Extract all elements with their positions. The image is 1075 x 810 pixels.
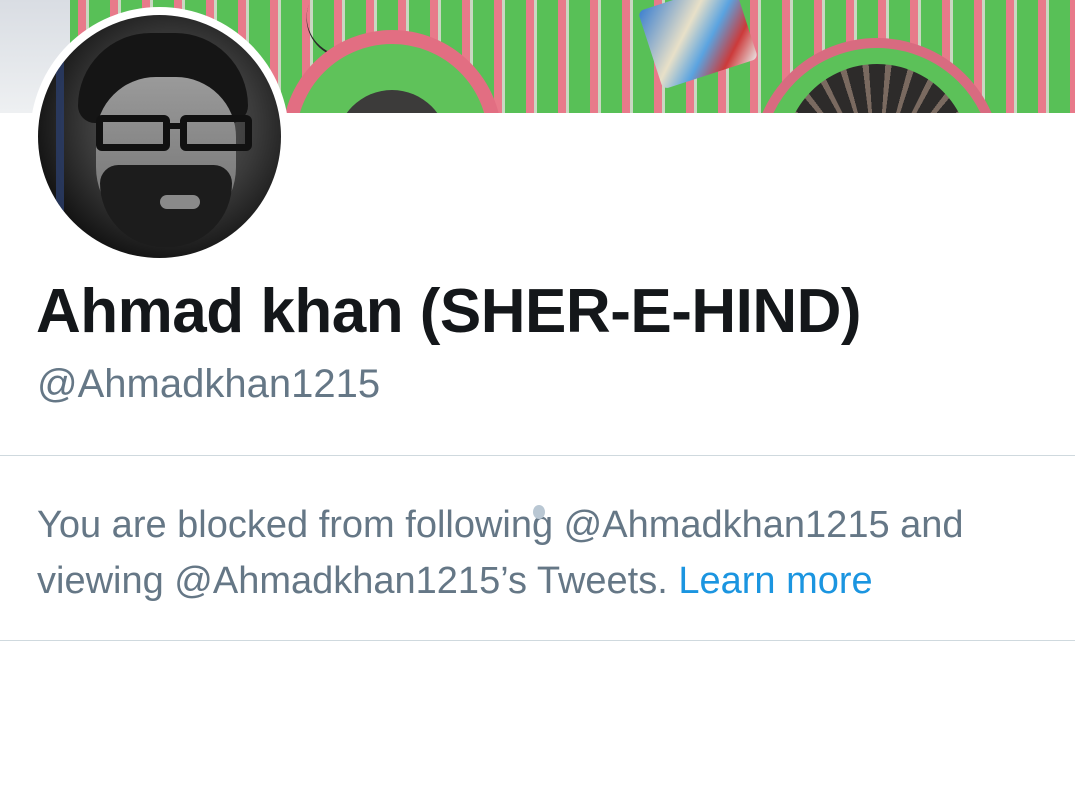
avatar-glasses-right-lens [180,115,252,151]
learn-more-link[interactable]: Learn more [678,560,872,602]
avatar[interactable] [38,15,281,258]
divider [0,640,1075,641]
divider [0,455,1075,456]
avatar-glasses-left-lens [96,115,170,151]
avatar-background-frame [56,25,64,245]
display-name: Ahmad khan (SHER-E-HIND) [36,277,862,346]
scroll-indicator [533,505,545,519]
banner-grille-left [336,90,448,113]
banner-arch-right [752,38,1002,113]
banner-hanging-decoration [637,0,759,90]
avatar-mouth [160,195,200,209]
username-handle: @Ahmadkhan1215 [37,362,381,406]
banner-grille-right [784,64,970,113]
